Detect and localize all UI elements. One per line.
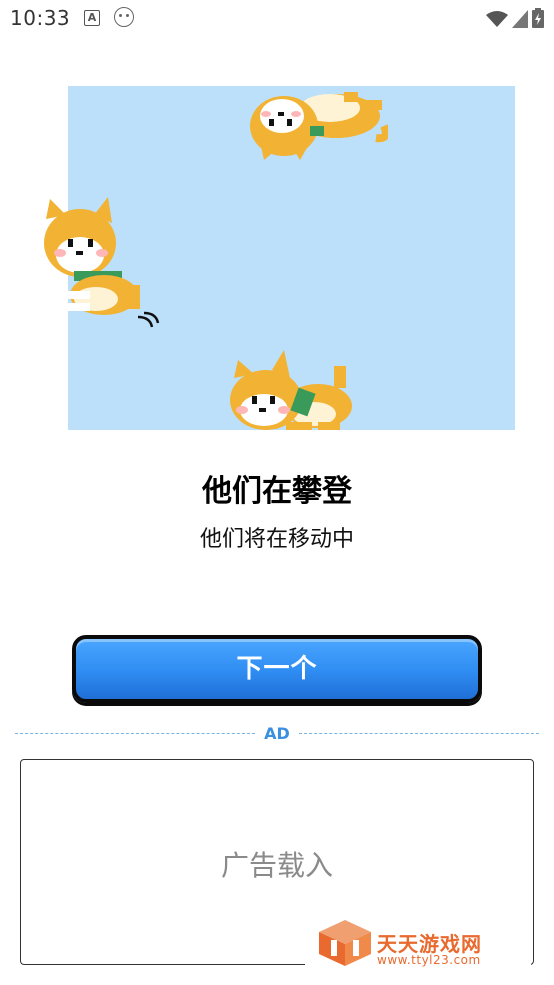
a-notification-icon: A: [84, 10, 100, 26]
shiba-dog-bottom: [230, 350, 352, 430]
next-button-label: 下一个: [236, 654, 318, 684]
watermark-url: www.ttyl23.com: [377, 953, 481, 967]
status-time: 10:33: [10, 6, 71, 30]
ad-label: AD: [264, 724, 290, 743]
wifi-icon: [486, 11, 508, 27]
status-bar: 10:33 A: [0, 0, 554, 38]
ad-loading-text: 广告载入: [220, 849, 333, 882]
shiba-dog-top: [250, 92, 388, 160]
status-right-icons: [486, 8, 544, 28]
watermark: 天天游戏网 www.ttyl23.com: [305, 906, 531, 972]
shiba-dog-left: [44, 197, 160, 328]
ad-divider: AD: [15, 724, 539, 744]
page-title: 他们在攀登: [202, 474, 352, 509]
signal-icon: [512, 10, 528, 28]
battery-icon: [532, 8, 544, 28]
next-button[interactable]: 下一个: [72, 635, 482, 703]
page-subtitle: 他们将在移动中: [199, 527, 354, 552]
watermark-logo-icon: [319, 920, 371, 966]
face-notification-icon: [114, 7, 134, 27]
